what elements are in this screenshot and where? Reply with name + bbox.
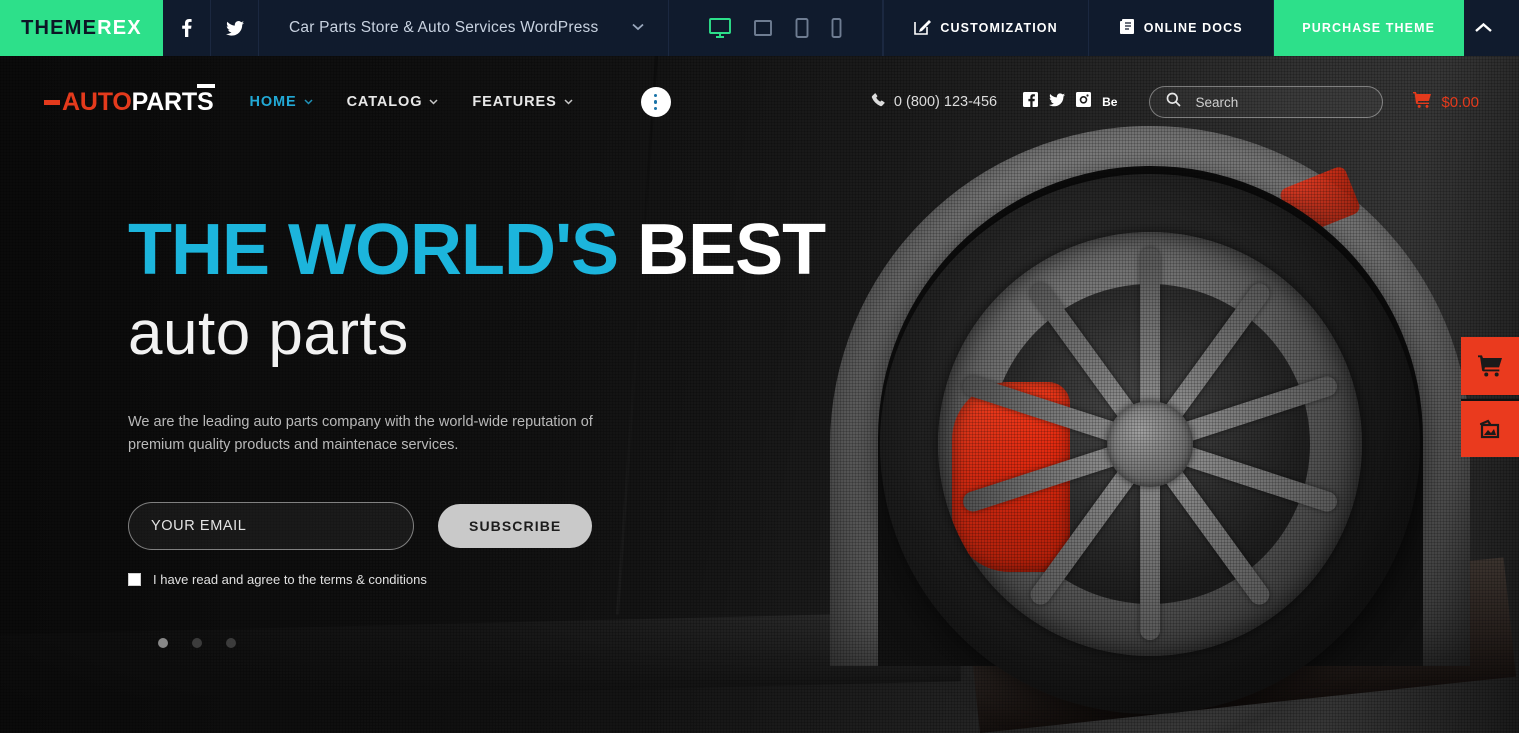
car-rocker-panel [0, 611, 961, 705]
search-box[interactable] [1149, 86, 1384, 118]
autoparts-logo[interactable]: AUTO PARTS [44, 83, 216, 117]
topbar-facebook-icon[interactable] [163, 0, 211, 56]
themerex-logo-light: REX [97, 16, 142, 39]
slider-pagination [158, 638, 236, 648]
dot-icon [653, 93, 658, 98]
site-header: AUTO PARTS HOME CATALOG FEATURES 0 (800)… [0, 56, 1519, 148]
accent-line-left [0, 0, 3, 56]
phone-number: 0 (800) 123-456 [893, 94, 998, 110]
search-icon [1166, 92, 1182, 112]
edit-square-icon [914, 18, 932, 38]
more-options-button[interactable] [640, 87, 671, 117]
dot-icon [653, 100, 658, 104]
customization-label: CUSTOMIZATION [940, 21, 1058, 35]
hero-title-blue: THE WORLD'S [128, 210, 619, 290]
subscribe-button[interactable]: SUBSCRIBE [438, 504, 593, 549]
behance-icon[interactable]: Be [1102, 96, 1117, 108]
purchase-theme-label: PURCHASE THEME [1302, 21, 1436, 35]
device-preview-switcher [669, 0, 884, 56]
logo-dash [44, 99, 60, 105]
search-input[interactable] [1195, 94, 1373, 110]
terms-checkbox[interactable] [128, 573, 141, 587]
mobile-view-icon[interactable] [831, 18, 842, 38]
purchase-theme-button[interactable]: PURCHASE THEME [1273, 0, 1464, 56]
cart-icon [1478, 355, 1502, 377]
hero-subtitle: auto parts [128, 299, 409, 368]
logo-auto: AUTO [62, 87, 132, 116]
email-input[interactable] [151, 518, 391, 535]
alloy-rim [938, 232, 1362, 656]
chevron-down-icon [304, 97, 313, 108]
demo-title: Car Parts Store & Auto Services WordPres… [289, 19, 599, 36]
hero-slide-content: THE WORLD'S BEST auto parts We are the l… [128, 214, 928, 587]
slider-dot-3[interactable] [226, 638, 236, 648]
hero-title-white: BEST [637, 210, 826, 290]
rim-hub [1107, 401, 1193, 487]
instagram-icon[interactable] [1076, 92, 1092, 112]
chevron-down-icon [632, 22, 645, 34]
main-navigation: HOME CATALOG FEATURES [249, 87, 671, 117]
chevron-down-icon [429, 97, 438, 108]
twitter-icon [225, 20, 244, 36]
gallery-icon [1479, 419, 1500, 439]
terms-row[interactable]: I have read and agree to the terms & con… [128, 572, 928, 587]
chevron-down-icon [564, 97, 573, 108]
laptop-view-icon[interactable] [753, 19, 773, 37]
site-viewport: AUTO PARTS HOME CATALOG FEATURES 0 (800)… [0, 56, 1519, 733]
email-field-wrapper[interactable] [128, 502, 414, 551]
side-cart-button[interactable] [1461, 337, 1519, 395]
floating-side-buttons [1461, 337, 1519, 457]
demo-selector[interactable]: Car Parts Store & Auto Services WordPres… [259, 0, 670, 56]
desktop-view-icon[interactable] [709, 18, 732, 38]
slider-dot-2[interactable] [192, 638, 202, 648]
header-social-links: Be [1023, 92, 1117, 112]
facebook-icon[interactable] [1023, 92, 1039, 112]
chevron-up-icon [1474, 22, 1492, 32]
nav-item-home-label: HOME [249, 94, 297, 110]
cart-icon [1413, 92, 1432, 112]
nav-item-catalog-label: CATALOG [346, 94, 423, 110]
nav-item-features-label: FEATURES [472, 94, 557, 110]
slider-dot-1[interactable] [158, 638, 168, 648]
header-phone[interactable]: 0 (800) 123-456 [871, 93, 997, 111]
themerex-logo[interactable]: THEME REX [0, 0, 163, 56]
collapse-bar-button[interactable] [1464, 0, 1503, 56]
nav-item-catalog[interactable]: CATALOG [347, 94, 439, 110]
topbar-twitter-icon[interactable] [211, 0, 259, 56]
cart-total: $0.00 [1441, 93, 1479, 111]
cart-widget[interactable]: $0.00 [1413, 92, 1479, 112]
online-docs-label: ONLINE DOCS [1143, 21, 1243, 35]
facebook-icon [181, 19, 192, 37]
themerex-logo-dark: THEME [21, 16, 98, 39]
phone-icon [871, 93, 885, 111]
customization-button[interactable]: CUSTOMIZATION [883, 0, 1089, 56]
hero-title-line1: THE WORLD'S BEST [128, 214, 928, 286]
side-gallery-button[interactable] [1461, 399, 1519, 457]
header-utilities: 0 (800) 123-456 Be Search $0.00 [871, 86, 1479, 118]
terms-label: I have read and agree to the terms & con… [153, 572, 427, 588]
themerex-admin-bar: THEME REX Car Parts Store & Auto Services… [0, 0, 1519, 56]
hero-description: We are the leading auto parts company wi… [128, 414, 593, 453]
logo-bar [197, 83, 216, 88]
nav-item-features[interactable]: FEATURES [472, 94, 573, 110]
subscribe-form: SUBSCRIBE [128, 502, 928, 551]
twitter-icon[interactable] [1049, 92, 1066, 112]
dot-icon [653, 106, 658, 111]
tablet-view-icon[interactable] [795, 18, 809, 38]
nav-item-home[interactable]: HOME [249, 94, 313, 110]
online-docs-button[interactable]: ONLINE DOCS [1089, 0, 1274, 56]
logo-parts: PARTS [131, 87, 214, 116]
document-icon [1119, 18, 1135, 38]
